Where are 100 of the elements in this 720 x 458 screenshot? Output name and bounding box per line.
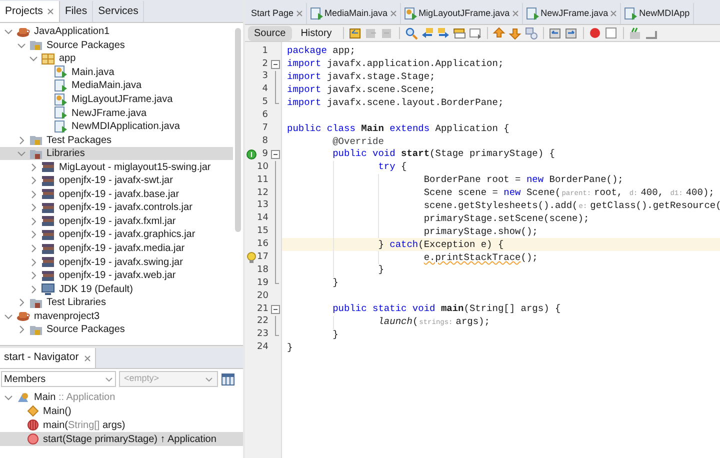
chevron-icon[interactable] [29, 284, 38, 294]
close-icon[interactable] [296, 10, 303, 17]
line-number: 20 [257, 290, 268, 303]
code-line: } [287, 340, 293, 355]
tree-item[interactable]: Source Packages [46, 322, 125, 338]
code-line: public static void main(String[] args) { [332, 302, 561, 316]
code-line: } [332, 328, 338, 342]
members-dropdown[interactable]: Members [1, 371, 116, 387]
member-row[interactable]: start(Stage primaryStage) ↑ Application [0, 432, 243, 446]
arrow-left-icon[interactable] [420, 26, 434, 40]
chevron-icon[interactable] [29, 176, 38, 186]
shift-right-icon[interactable] [564, 26, 578, 40]
editor-tab[interactable]: Start Page [248, 3, 307, 24]
chevron-icon[interactable] [29, 230, 38, 240]
tree-item[interactable]: NewJFrame.java [72, 106, 147, 121]
tree-row[interactable]: Libraries [0, 146, 233, 160]
view-tab[interactable]: History [294, 26, 338, 40]
close-icon[interactable] [46, 8, 54, 15]
chevron-icon[interactable] [29, 258, 38, 267]
close-icon[interactable] [512, 10, 519, 17]
tree-item[interactable]: openjfx-19 - javafx-swt.jar [59, 173, 173, 188]
line-number: 18 [257, 264, 268, 277]
fold-icon[interactable] [271, 150, 280, 160]
tree-item[interactable]: app [59, 51, 76, 66]
java-file-icon [310, 7, 323, 20]
chevron-icon[interactable] [29, 244, 38, 254]
close-icon[interactable] [84, 354, 91, 362]
chevron-icon[interactable] [16, 40, 26, 50]
arrow-up-icon[interactable] [492, 26, 506, 40]
chevron-icon[interactable] [16, 136, 26, 145]
tree-item[interactable]: openjfx-19 - javafx.base.jar [59, 186, 180, 202]
chevron-icon[interactable] [29, 190, 38, 199]
tree-item[interactable]: mavenproject3 [34, 308, 100, 324]
editor-tab[interactable]: MediaMain.java [306, 3, 401, 24]
tree-item[interactable]: openjfx-19 - javafx.web.jar [59, 268, 176, 284]
shift-left-icon[interactable] [548, 26, 562, 40]
chevron-icon[interactable] [29, 271, 38, 280]
chevron-icon[interactable] [16, 298, 26, 308]
tree-item[interactable]: openjfx-19 - javafx.controls.jar [59, 200, 192, 216]
tree-item[interactable]: Test Libraries [46, 295, 106, 310]
chevron-icon[interactable] [29, 203, 38, 212]
panel-tab[interactable]: Projects [0, 1, 60, 22]
java-file-icon [54, 65, 68, 80]
java-file-icon [404, 7, 417, 20]
tree-item[interactable]: NewMDIApplication.java [72, 119, 180, 134]
tree-item[interactable]: MigLayoutJFrame.java [72, 92, 173, 108]
java-file-icon [526, 7, 539, 20]
code-line: import javafx.scene.layout.BorderPane; [287, 96, 504, 110]
close-icon[interactable] [610, 10, 618, 17]
tree-item[interactable]: openjfx-19 - javafx.media.jar [59, 241, 185, 256]
chevron-icon[interactable] [29, 54, 38, 64]
tree-item[interactable]: MediaMain.java [72, 78, 142, 94]
chevron-icon[interactable] [4, 27, 13, 36]
bulb-icon[interactable] [246, 252, 257, 264]
tree-item[interactable]: MigLayout - miglayout15-swing.jar [59, 160, 211, 175]
panel-tab[interactable]: Files [60, 1, 94, 22]
line-number: 7 [261, 122, 268, 136]
fold-icon[interactable] [271, 60, 280, 69]
editor-tab[interactable]: MigLayoutJFrame.java [400, 3, 523, 24]
chevron-icon[interactable] [4, 312, 13, 321]
line-number: 8 [261, 134, 268, 148]
editor-tab[interactable]: NewJFrame.java [522, 3, 622, 24]
tree-item[interactable]: JDK 19 (Default) [59, 282, 133, 297]
tree-item[interactable]: Test Packages [46, 132, 112, 148]
shapes-icon[interactable] [524, 26, 538, 40]
chevron-icon[interactable] [29, 162, 38, 172]
line-number: 21 [257, 302, 268, 316]
record-icon[interactable] [588, 26, 602, 40]
chevron-icon[interactable] [16, 325, 26, 334]
scrollbar[interactable] [235, 28, 241, 232]
line-number: 4 [261, 83, 268, 96]
override-icon[interactable] [246, 149, 257, 160]
navigator-tab[interactable]: start - Navigator [0, 348, 96, 368]
chevron-icon[interactable] [29, 216, 38, 226]
member-row[interactable]: main(String[] args) [0, 418, 243, 432]
chevron-icon[interactable] [16, 149, 26, 158]
chevron-icon[interactable] [4, 392, 13, 402]
folder-icon [28, 133, 42, 148]
panel-tab[interactable]: Services [93, 1, 144, 22]
package-icon [41, 52, 55, 66]
view-tab[interactable]: Source [248, 26, 292, 40]
code-line: package app; [287, 44, 356, 58]
member-row[interactable]: Main() [0, 404, 243, 418]
code-line: e.printStackTrace(); [422, 250, 538, 265]
line-number: 16 [257, 238, 268, 252]
fold-icon[interactable] [271, 304, 280, 314]
diamond-icon [27, 405, 39, 417]
tree-item[interactable]: JavaApplication1 [34, 24, 110, 40]
tree-item[interactable]: openjfx-19 - javafx.fxml.jar [59, 214, 176, 229]
arrow-down-icon[interactable] [508, 26, 522, 40]
tree-item[interactable]: Source Packages [46, 38, 125, 53]
tree-item[interactable]: openjfx-19 - javafx.graphics.jar [59, 227, 196, 242]
tree-item[interactable]: Main.java [72, 64, 114, 80]
arrow-right-icon[interactable] [436, 26, 450, 40]
stop-icon[interactable] [604, 26, 618, 40]
close-icon[interactable] [390, 10, 397, 17]
search-icon[interactable] [404, 26, 418, 40]
tree-item[interactable]: openjfx-19 - javafx.swing.jar [59, 254, 183, 270]
layout-icon[interactable] [221, 372, 235, 386]
editor-tab[interactable]: NewMDIApp [621, 3, 694, 24]
